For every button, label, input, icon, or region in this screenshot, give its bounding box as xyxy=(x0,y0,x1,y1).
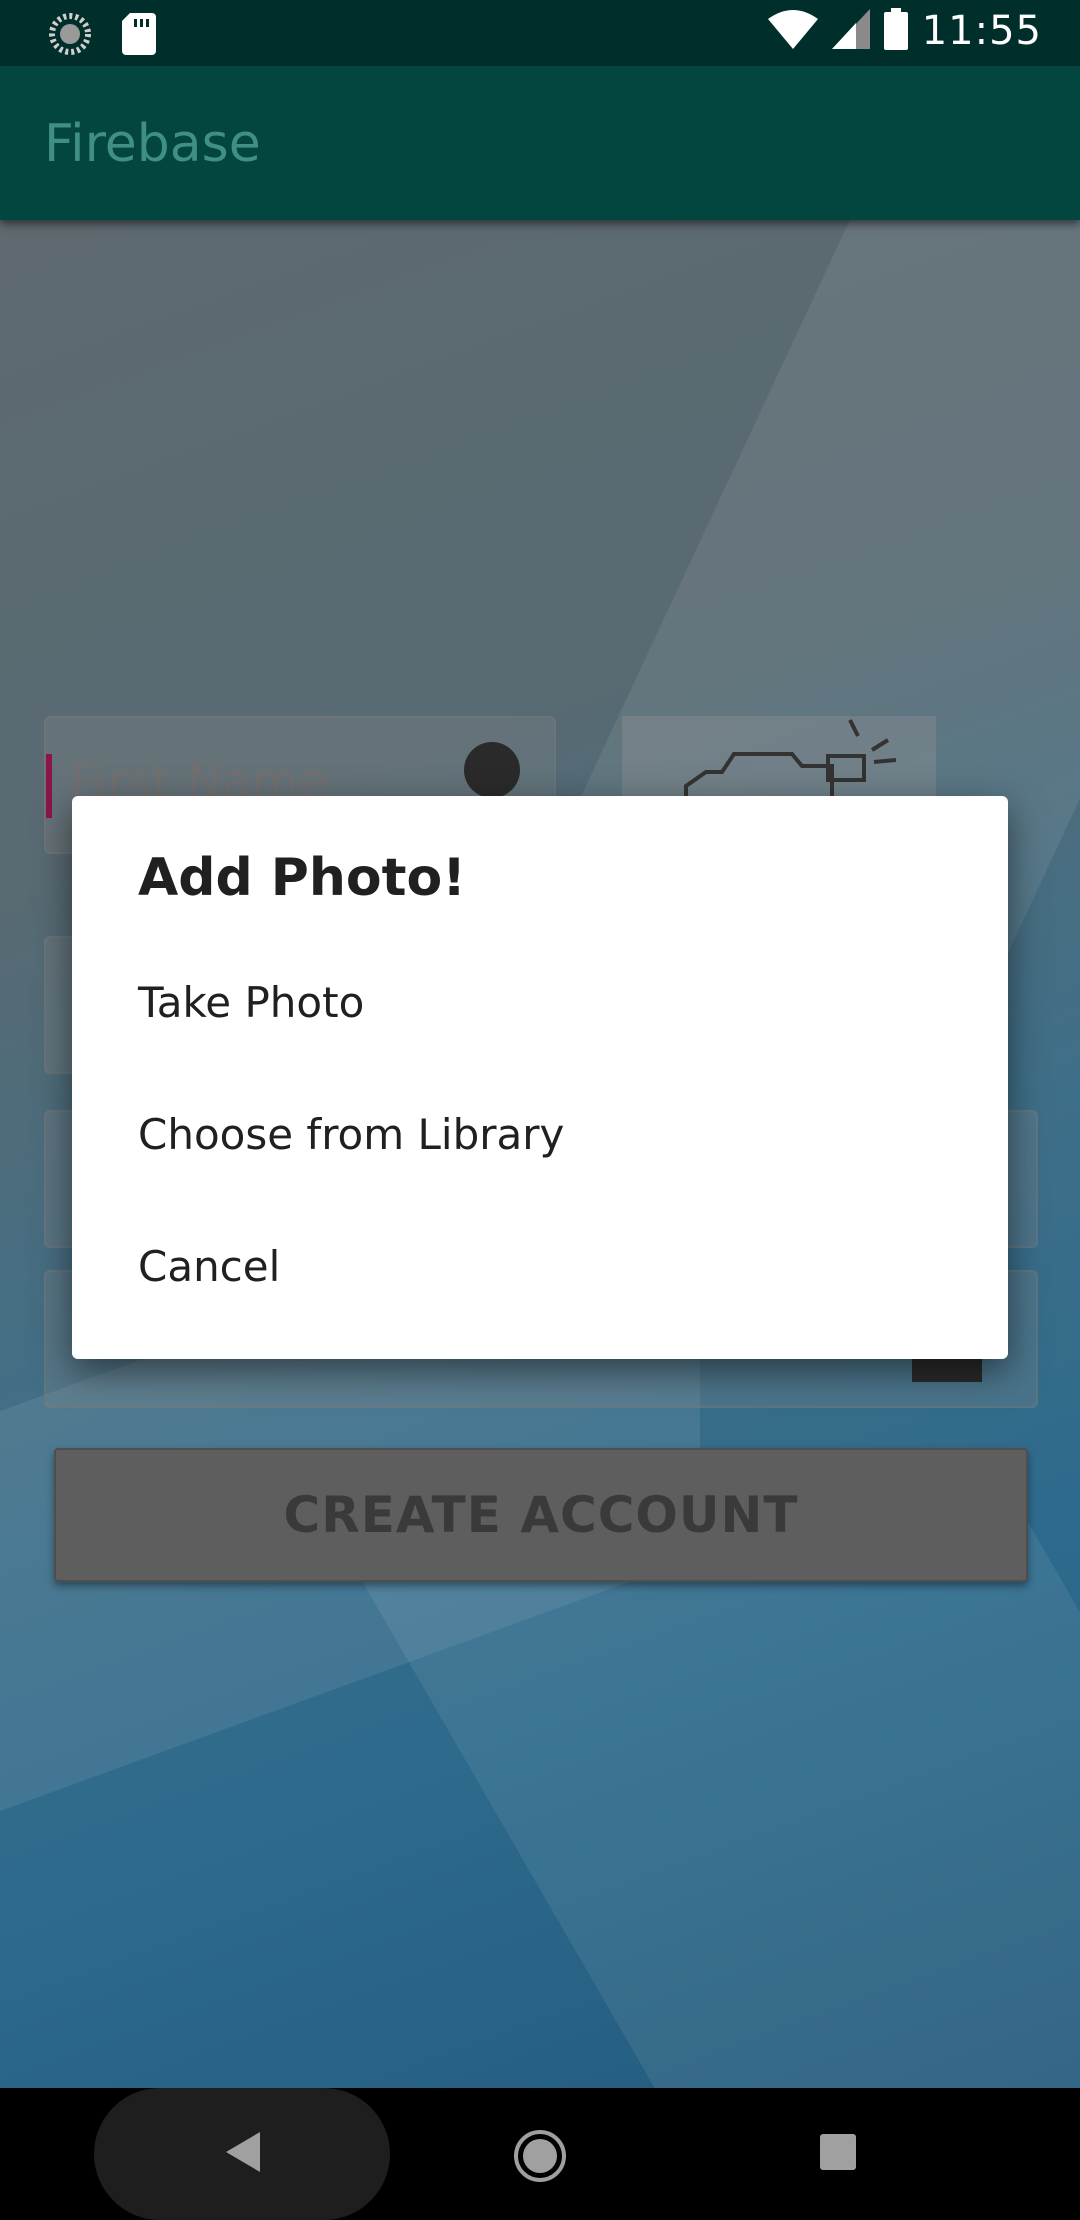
navigation-bar xyxy=(0,2088,1080,2220)
recents-icon[interactable] xyxy=(820,2134,856,2170)
choose-from-library-option[interactable]: Choose from Library xyxy=(72,1072,1008,1204)
text-cursor xyxy=(46,754,52,818)
option-label: Cancel xyxy=(138,1242,281,1291)
person-icon xyxy=(464,742,520,798)
app-title: Firebase xyxy=(44,114,261,174)
option-label: Choose from Library xyxy=(138,1110,565,1159)
wifi-icon xyxy=(767,9,818,53)
battery-icon xyxy=(883,8,908,54)
app-bar: Firebase xyxy=(0,66,1080,220)
create-account-button[interactable]: CREATE ACCOUNT xyxy=(54,1448,1028,1582)
back-icon[interactable] xyxy=(220,2128,264,2180)
signal-icon xyxy=(831,9,870,53)
option-label: Take Photo xyxy=(138,978,365,1027)
status-time: 11:55 xyxy=(921,8,1042,54)
background-streak xyxy=(326,1520,1080,2088)
status-bar: 11:55 xyxy=(0,0,1080,66)
add-photo-dialog: Add Photo! Take Photo Choose from Librar… xyxy=(72,796,1008,1359)
sync-icon xyxy=(48,12,92,60)
dialog-title: Add Photo! xyxy=(138,848,466,908)
home-icon[interactable] xyxy=(512,2128,568,2188)
take-photo-option[interactable]: Take Photo xyxy=(72,940,1008,1072)
sd-card-icon xyxy=(122,13,156,59)
cancel-option[interactable]: Cancel xyxy=(72,1204,1008,1336)
